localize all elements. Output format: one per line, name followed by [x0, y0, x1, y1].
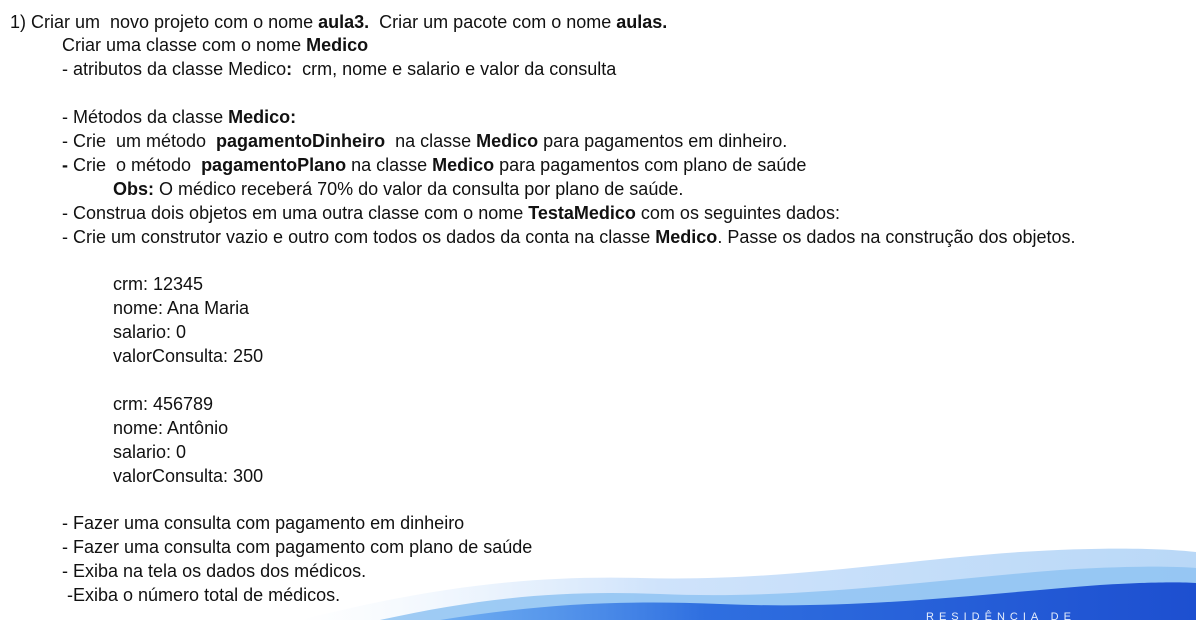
- medico-2-nome: nome: Antônio: [113, 418, 229, 438]
- task-item-2: - Fazer uma consulta com pagamento com p…: [62, 537, 533, 557]
- exercise-line-5: - Crie um método pagamentoDinheiro na cl…: [62, 131, 788, 151]
- exercise-line-3: - atributos da classe Medico: crm, nome …: [62, 59, 617, 79]
- medico-1-valor-consulta: valorConsulta: 250: [113, 346, 264, 366]
- exercise-line-4: - Métodos da classe Medico:: [62, 107, 297, 127]
- exercise-line-2: Criar uma classe com o nome Medico: [62, 35, 369, 55]
- medico-1-salario: salario: 0: [113, 322, 187, 342]
- medico-2-valor-consulta: valorConsulta: 300: [113, 466, 264, 486]
- footer-brand-text: RESIDÊNCIA DE: [926, 611, 1076, 620]
- medico-2-crm: crm: 456789: [113, 394, 214, 414]
- exercise-line-6: - Crie o método pagamentoPlano na classe…: [62, 155, 807, 175]
- exercise-line-9: - Crie um construtor vazio e outro com t…: [62, 227, 1076, 247]
- task-item-4: -Exiba o número total de médicos.: [62, 585, 341, 605]
- task-item-1: - Fazer uma consulta com pagamento em di…: [62, 513, 465, 533]
- medico-1-crm: crm: 12345: [113, 274, 204, 294]
- medico-2-salario: salario: 0: [113, 442, 187, 462]
- exercise-line-1: 1) Criar um novo projeto com o nome aula…: [10, 12, 668, 32]
- exercise-line-7-obs: Obs: O médico receberá 70% do valor da c…: [113, 179, 684, 199]
- exercise-line-8: - Construa dois objetos em uma outra cla…: [62, 203, 841, 223]
- task-item-3: - Exiba na tela os dados dos médicos.: [62, 561, 367, 581]
- medico-1-nome: nome: Ana Maria: [113, 298, 250, 318]
